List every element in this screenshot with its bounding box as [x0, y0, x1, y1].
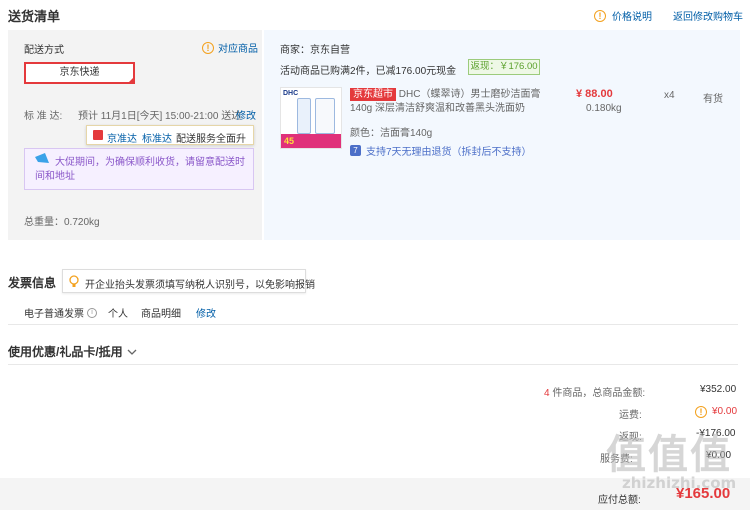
promo-notice-text: 大促期间，为确保顺利收货，请留意配送时间和地址 [35, 157, 245, 182]
summary-total-amount: ¥352.00 [700, 384, 737, 395]
warning-icon: ! [202, 41, 214, 54]
invoice-content: 商品明细 [141, 309, 181, 320]
info-icon[interactable]: i [87, 307, 97, 318]
merchant-label: 商家：京东自营 [280, 45, 350, 56]
summary-shipping-value: ¥0.00 [712, 406, 738, 417]
invoice-modify-link[interactable]: 修改 [196, 305, 216, 320]
product-price: ¥ 88.00 [576, 88, 613, 100]
product-quantity: x4 [664, 90, 675, 101]
return-policy-icon: 7 [350, 145, 361, 156]
coupons-toggle[interactable]: 使用优惠/礼品卡/抵用 [8, 343, 137, 360]
shipping-option-jd-express[interactable]: 京东快递 [24, 62, 135, 84]
promo-applied-text: 活动商品已购满2件，已减176.00元现金 [280, 66, 457, 77]
summary-shipping-label: 运费: [619, 410, 642, 421]
warning-icon: ! [594, 9, 606, 22]
delivery-upgrade-tooltip: 京准达 标准达 配送服务全面升级 [86, 125, 254, 160]
return-policy: 7 支持7天无理由退货（拆封后不支持） [350, 143, 532, 158]
payable-label: 应付总额: [598, 495, 641, 506]
price-info-link[interactable]: ! 价格说明 [594, 8, 652, 23]
shipping-method-label: 配送方式 [24, 45, 64, 56]
product-stock: 有货 [703, 94, 723, 105]
invoice-type: 电子普通发票 i [24, 305, 97, 320]
summary-count: 4 件商品，总商品金额: [544, 388, 646, 399]
jzd-logo-icon [93, 130, 103, 140]
delivery-modify-link[interactable]: 修改 [236, 107, 256, 122]
invoice-holder: 个人 [108, 309, 128, 320]
divider [8, 364, 738, 365]
product-tube-2 [315, 98, 335, 134]
watermark-domain: zhizhizhi.com [622, 474, 737, 492]
product-promo-strip: 45 [281, 134, 341, 148]
promo-notice-box: 大促期间，为确保顺利收货，请留意配送时间和地址 [24, 148, 254, 190]
product-title[interactable]: 京东超市 DHC（蝶翠诗）男士磨砂洁面膏140g 深层清洁舒爽温和改善黑头洗面奶 [350, 88, 560, 116]
product-weight: 0.180kg [586, 103, 622, 114]
lightbulb-icon [69, 275, 79, 287]
rebate-badge: 返现：￥176.00 [468, 59, 540, 75]
shipping-info-icon[interactable]: ! [695, 406, 707, 418]
page-title: 送货清单 [8, 9, 61, 24]
standard-delivery-time: 预计 11月1日[今天] 15:00-21:00 送达 [78, 111, 242, 122]
invoice-title: 发票信息 [8, 276, 57, 290]
standard-delivery-label: 标 准 达: [24, 111, 63, 122]
product-color: 颜色：洁面膏140g [350, 128, 433, 139]
header-bar: 送货清单 ! 价格说明 返回修改购物车 [0, 0, 750, 28]
product-image[interactable]: DHC 45 [280, 87, 342, 149]
eligible-goods-link[interactable]: ! 对应商品 [202, 40, 258, 55]
total-weight: 总重量：0.720kg [24, 217, 100, 228]
product-tube-1 [297, 98, 311, 134]
selected-corner-icon [127, 76, 135, 84]
chevron-down-icon [127, 349, 137, 355]
invoice-tip: 开企业抬头发票须填写纳税人识别号，以免影响报销 [62, 269, 315, 293]
jd-supermarket-badge: 京东超市 [350, 88, 396, 101]
back-to-cart-link[interactable]: 返回修改购物车 [673, 8, 743, 23]
divider [8, 324, 738, 325]
watermark-logo: 值值值 [606, 432, 732, 478]
